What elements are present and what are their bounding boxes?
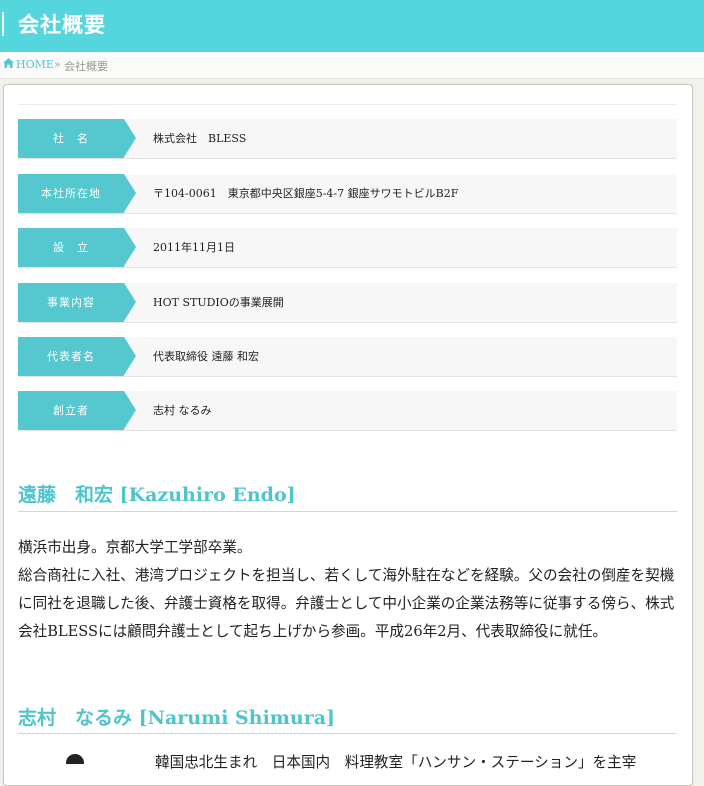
name-underline: [18, 733, 677, 734]
info-row-representative: 代表者名 代表取締役 遠藤 和宏: [18, 337, 677, 377]
info-row-address: 本社所在地 〒104-0061 東京都中央区銀座5-4-7 銀座サワモトビルB2…: [18, 174, 677, 214]
info-row-company-name: 社 名 株式会社 BLESS: [18, 119, 677, 159]
person-photo: [40, 750, 108, 764]
info-label: 社 名: [18, 119, 124, 158]
label-arrow: [124, 337, 136, 375]
info-value: HOT STUDIOの事業展開: [153, 296, 284, 309]
info-label: 本社所在地: [18, 174, 124, 213]
photo-silhouette: [66, 754, 84, 764]
breadcrumb-current: 会社概要: [64, 60, 108, 73]
breadcrumb-separator: »: [54, 58, 61, 71]
info-value: 志村 なるみ: [153, 404, 212, 417]
person-bio-endo: 横浜市出身。京都大学工学部卒業。 総合商社に入社、港湾プロジェクトを担当し、若く…: [18, 534, 680, 646]
info-label: 事業内容: [18, 283, 124, 322]
name-underline: [18, 511, 677, 512]
bio-paragraph: 横浜市出身。京都大学工学部卒業。: [18, 539, 252, 556]
info-label: 創立者: [18, 391, 124, 430]
info-value: 代表取締役 遠藤 和宏: [153, 350, 259, 363]
info-value: 株式会社 BLESS: [153, 132, 247, 145]
person-name-shimura: 志村 なるみ [Narumi Shimura]: [18, 707, 336, 729]
info-row-established: 設 立 2011年11月1日: [18, 228, 677, 268]
label-arrow: [124, 228, 136, 266]
breadcrumb-home-link[interactable]: HOME: [16, 58, 54, 71]
home-icon[interactable]: [3, 58, 14, 68]
label-arrow: [124, 283, 136, 321]
info-label: 設 立: [18, 228, 124, 267]
info-label: 代表者名: [18, 337, 124, 376]
divider: [18, 104, 677, 105]
bio-paragraph: 総合商社に入社、港湾プロジェクトを担当し、若くして海外駐在などを経験。父の会社の…: [18, 567, 675, 640]
info-value: 2011年11月1日: [153, 241, 235, 254]
info-row-business: 事業内容 HOT STUDIOの事業展開: [18, 283, 677, 323]
person-bio-shimura: 韓国忠北生まれ 日本国内 料理教室「ハンサン・ステーション」を主宰: [155, 754, 637, 771]
page-header: 会社概要: [0, 0, 704, 52]
person-name-endo: 遠藤 和宏 [Kazuhiro Endo]: [18, 484, 296, 506]
breadcrumb: HOME » 会社概要: [0, 52, 704, 79]
label-arrow: [124, 174, 136, 212]
page-title: 会社概要: [18, 12, 106, 37]
label-arrow: [124, 119, 136, 157]
header-accent-bar: [2, 12, 4, 36]
label-arrow: [124, 391, 136, 429]
info-row-founder: 創立者 志村 なるみ: [18, 391, 677, 431]
info-value: 〒104-0061 東京都中央区銀座5-4-7 銀座サワモトビルB2F: [153, 187, 459, 200]
